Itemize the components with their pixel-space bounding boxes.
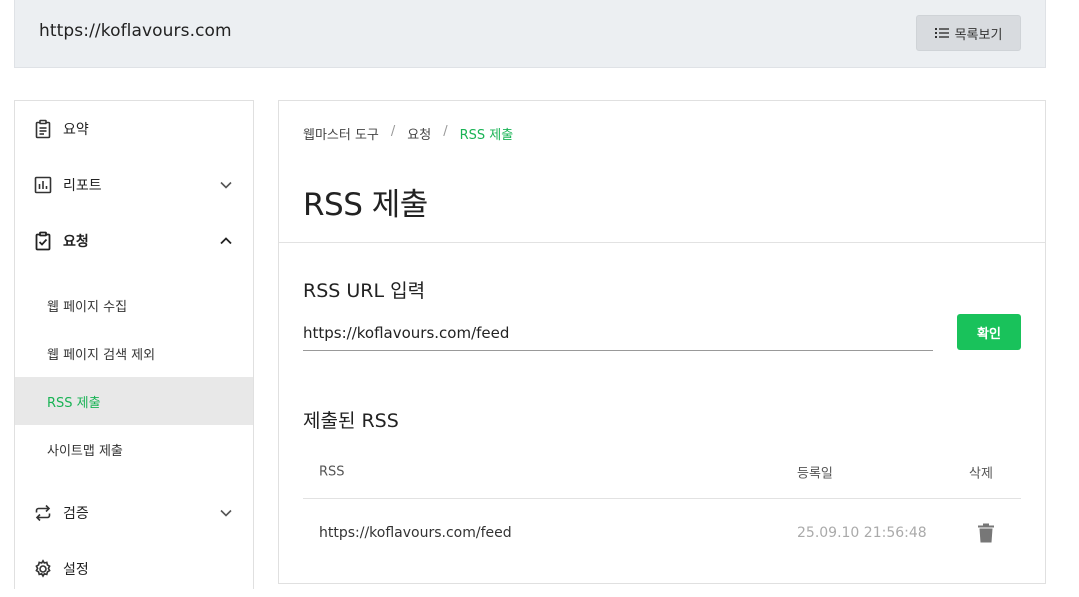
rss-url-input[interactable] (303, 315, 933, 351)
list-icon (934, 28, 949, 38)
breadcrumb: 웹마스터 도구 / 요청 / RSS 제출 (303, 124, 513, 143)
column-header-rss: RSS (319, 464, 345, 480)
top-bar: https://koflavours.com 목록보기 (14, 0, 1046, 68)
sidebar-item-report[interactable]: 리포트 (15, 157, 253, 213)
divider (279, 242, 1045, 243)
rss-url-input-label: RSS URL 입력 (303, 280, 426, 302)
confirm-button[interactable]: 확인 (957, 314, 1021, 350)
sidebar-item-label: 검증 (63, 506, 89, 522)
column-header-delete: 삭제 (969, 466, 993, 482)
clipboard-icon (33, 119, 53, 139)
breadcrumb-separator: / (390, 124, 396, 139)
sidebar-item-label: 설정 (63, 562, 89, 578)
submitted-rss-heading: 제출된 RSS (303, 410, 399, 432)
breadcrumb-item-current: RSS 제출 (459, 128, 514, 143)
sidebar-item-label: 요약 (63, 122, 89, 138)
sidebar-item-request[interactable]: 요청 (15, 213, 253, 269)
sidebar-item-summary[interactable]: 요약 (15, 101, 253, 157)
sidebar-subitem-web-page-crawl[interactable]: 웹 페이지 수집 (15, 281, 253, 329)
breadcrumb-item-request[interactable]: 요청 (407, 124, 431, 143)
chevron-down-icon (220, 181, 232, 189)
gear-icon (33, 559, 53, 579)
main-panel: 웹마스터 도구 / 요청 / RSS 제출 RSS 제출 RSS URL 입력 … (278, 100, 1046, 584)
chart-icon (33, 175, 53, 195)
sidebar-subitem-rss-submit[interactable]: RSS 제출 (15, 377, 253, 425)
breadcrumb-separator: / (443, 124, 448, 139)
sidebar-subitem-sitemap-submit[interactable]: 사이트맵 제출 (15, 425, 253, 473)
rss-url-cell: https://koflavours.com/feed (319, 525, 512, 541)
list-view-label: 목록보기 (954, 27, 1003, 43)
chevron-up-icon (220, 237, 232, 245)
sidebar-subitem-web-page-exclude[interactable]: 웹 페이지 검색 제외 (15, 329, 253, 377)
table-header: RSS 등록일 삭제 (303, 446, 1021, 499)
column-header-date: 등록일 (797, 466, 833, 482)
breadcrumb-item-webmaster-tools[interactable]: 웹마스터 도구 (303, 124, 379, 143)
sidebar-item-label: 리포트 (63, 178, 102, 194)
sidebar: 요약 리포트 요청 웹 페이지 수집 웹 페이지 검색 제외 RSS 제출 사이… (14, 100, 254, 589)
repeat-icon (33, 503, 53, 523)
sidebar-item-label: 요청 (63, 234, 89, 250)
page-title: RSS 제출 (303, 187, 428, 223)
chevron-down-icon (220, 509, 232, 517)
registered-date-cell: 25.09.10 21:56:48 (797, 525, 927, 541)
clipboard-check-icon (33, 231, 53, 251)
site-url: https://koflavours.com (39, 21, 232, 41)
table-row: https://koflavours.com/feed 25.09.10 21:… (303, 500, 1021, 566)
sidebar-item-verify[interactable]: 검증 (15, 485, 253, 541)
list-view-button[interactable]: 목록보기 (916, 15, 1021, 51)
trash-icon[interactable] (977, 523, 995, 543)
